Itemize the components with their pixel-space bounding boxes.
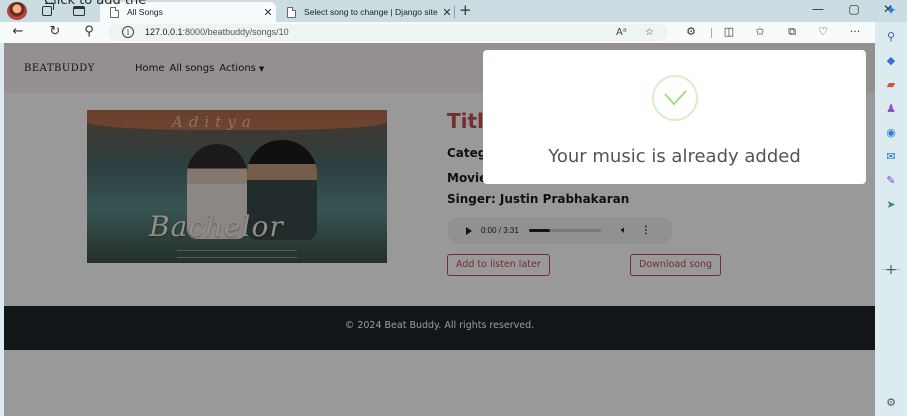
url-text: 127.0.0.1:8000/beatbuddy/songs/10: [145, 27, 289, 37]
tab-title: Select song to change | Django site admi…: [304, 7, 439, 17]
back-arrow-icon[interactable]: ←: [8, 24, 28, 39]
copilot-icon[interactable]: ✦: [884, 4, 898, 18]
maximize-button[interactable]: ▢: [839, 2, 869, 16]
collections-icon[interactable]: ⧉: [783, 25, 801, 39]
alert-modal: Your music is already added: [483, 50, 866, 184]
web-page: BEATBUDDY Home All songs Actions ▼ Aditya…: [4, 43, 875, 416]
success-check-icon: [652, 75, 698, 121]
profile-avatar-icon[interactable]: [7, 2, 27, 20]
browser-tab-strip: All Songs ✕ Select song to change | Djan…: [0, 0, 907, 22]
designer-icon[interactable]: ✎: [884, 174, 898, 188]
favorite-star-icon[interactable]: ☆: [645, 27, 654, 38]
overlay-tooltip-text: Click to add the: [44, 0, 147, 8]
refresh-icon[interactable]: ↻: [45, 24, 65, 39]
browser-essentials-icon[interactable]: ♡: [814, 25, 832, 38]
tab-title: All Songs: [127, 7, 163, 17]
games-icon[interactable]: ♟: [884, 102, 898, 116]
split-screen-icon[interactable]: ◫: [720, 25, 738, 38]
modal-message: Your music is already added: [548, 146, 801, 167]
extensions-icon[interactable]: ⚙: [682, 25, 700, 38]
sidebar-settings-icon[interactable]: ⚙: [884, 396, 898, 410]
close-tab-icon[interactable]: ✕: [260, 6, 276, 19]
toolbar-divider: [711, 28, 712, 38]
tools-briefcase-icon[interactable]: ▰: [884, 78, 898, 92]
microsoft-365-icon[interactable]: ◉: [884, 126, 898, 140]
tab-django-admin[interactable]: Select song to change | Django site admi…: [277, 2, 455, 22]
more-menu-icon[interactable]: ···: [846, 25, 864, 38]
info-icon[interactable]: i: [122, 26, 134, 38]
new-tab-plus-icon[interactable]: +: [459, 1, 472, 19]
shopping-tag-icon[interactable]: ◆: [884, 54, 898, 68]
close-tab-icon[interactable]: ✕: [439, 6, 455, 19]
search-icon[interactable]: ⚲: [79, 24, 99, 39]
favorites-icon[interactable]: ✩: [751, 25, 769, 38]
edge-sidebar: ✦ ⚲ ◆ ▰ ♟ ◉ ✉ ✎ ➤ + ⚙: [875, 4, 907, 416]
page-icon: [110, 6, 119, 18]
outlook-icon[interactable]: ✉: [884, 150, 898, 164]
browser-toolbar: ← ↻ ⚲ i 127.0.0.1:8000/beatbuddy/songs/1…: [0, 22, 875, 43]
minimize-button[interactable]: —: [803, 2, 833, 16]
add-sidebar-app-icon[interactable]: +: [884, 263, 898, 277]
page-icon: [287, 6, 296, 18]
read-aloud-icon[interactable]: Aᵃ: [616, 27, 627, 38]
sidebar-search-icon[interactable]: ⚲: [884, 30, 898, 44]
address-bar[interactable]: i 127.0.0.1:8000/beatbuddy/songs/10 Aᵃ ☆: [108, 24, 668, 41]
drop-icon[interactable]: ➤: [884, 198, 898, 212]
